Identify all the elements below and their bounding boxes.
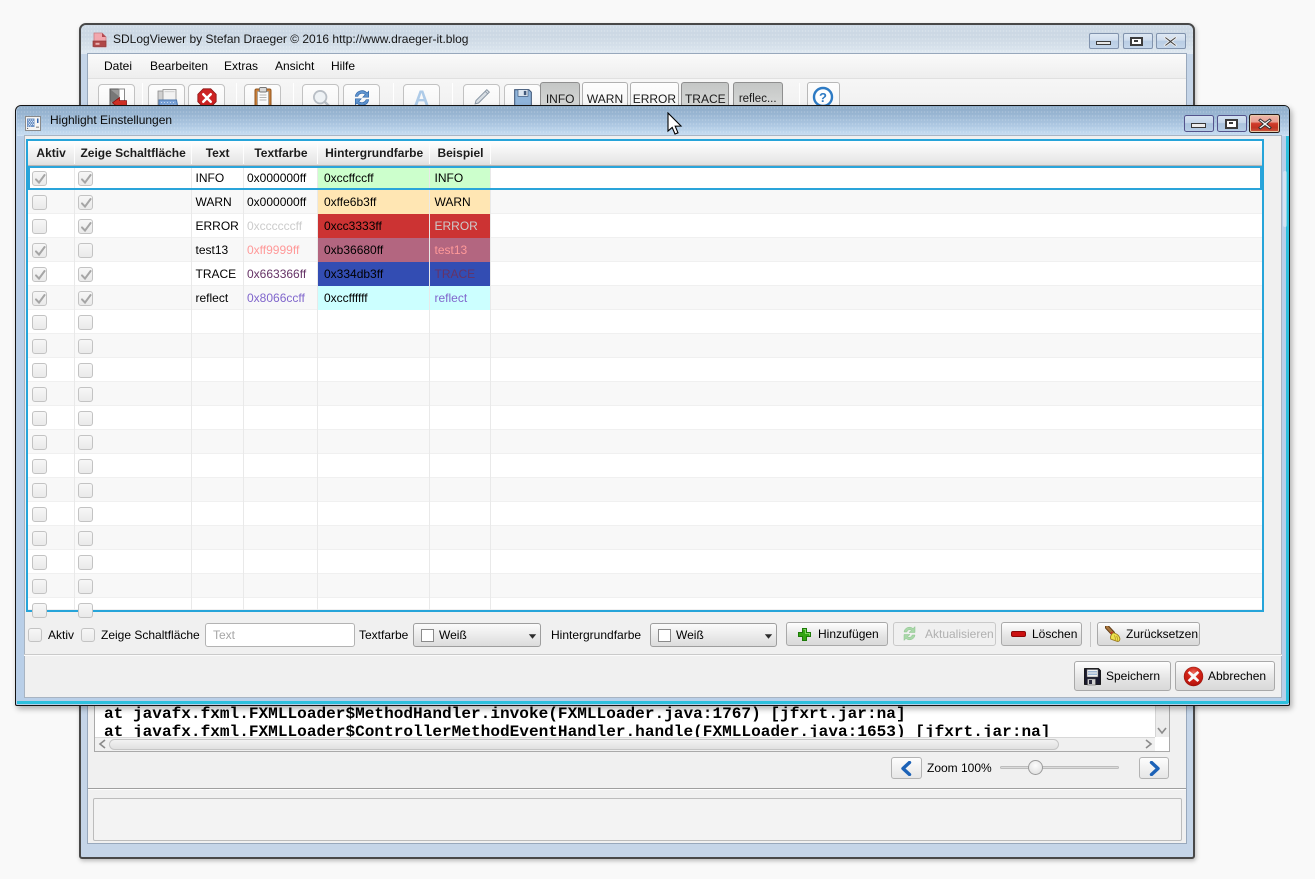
- svg-text:?: ?: [819, 90, 827, 105]
